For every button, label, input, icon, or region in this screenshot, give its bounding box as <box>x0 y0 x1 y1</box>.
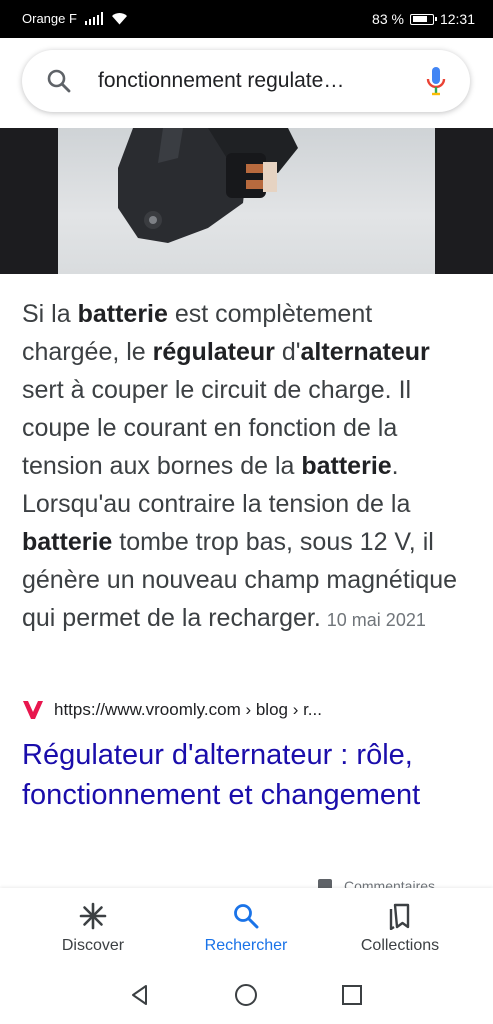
search-query[interactable]: fonctionnement regulate… <box>98 69 398 93</box>
battery-icon <box>409 13 437 25</box>
featured-image-strip <box>0 128 493 274</box>
recents-icon[interactable] <box>340 983 364 1007</box>
nav-collections-label: Collections <box>360 937 440 954</box>
result-title-link[interactable]: Régulateur d'alternateur : rôle, fonctio… <box>22 735 477 815</box>
nav-discover[interactable]: Discover <box>11 888 175 970</box>
home-icon[interactable] <box>234 983 258 1007</box>
featured-snippet: Si la batterie est complètement chargée,… <box>22 295 472 639</box>
regulator-photo[interactable] <box>58 128 435 274</box>
snippet-date: 10 mai 2021 <box>326 610 426 630</box>
status-bar: Orange F 83 % 12:31 <box>0 0 493 38</box>
snippet-fragment: Si la <box>22 300 78 328</box>
snippet-keyword: batterie <box>301 452 392 480</box>
snippet-text: Si la batterie est complètement chargée,… <box>22 300 457 632</box>
asterisk-icon <box>79 902 107 930</box>
search-icon <box>234 904 259 929</box>
search-icon[interactable] <box>46 68 72 94</box>
nav-rechercher-label: Rechercher <box>204 937 288 954</box>
carrier-label: Orange F <box>22 11 77 26</box>
signal-icon <box>84 12 103 25</box>
snippet-fragment: d' <box>274 338 301 366</box>
snippet-keyword: batterie <box>22 528 113 556</box>
snippet-keyword: régulateur <box>152 338 275 366</box>
snippet-keyword: alternateur <box>300 338 430 366</box>
nav-collections[interactable]: Collections <box>318 888 482 970</box>
system-navigation-bar <box>0 970 493 1024</box>
clock: 12:31 <box>439 11 475 27</box>
search-header: fonctionnement regulate… <box>0 38 493 128</box>
bottom-navigation: Discover Rechercher Collections <box>0 888 493 970</box>
battery-percent: 83 % <box>372 11 404 27</box>
bookmarks-icon <box>389 903 410 930</box>
microphone-icon[interactable] <box>426 66 446 96</box>
result-url[interactable]: https://www.vroomly.com › blog › r... <box>54 700 322 720</box>
vroomly-favicon-icon <box>23 701 43 719</box>
nav-rechercher[interactable]: Rechercher <box>164 888 328 970</box>
nav-discover-label: Discover <box>61 937 125 954</box>
search-box[interactable]: fonctionnement regulate… <box>22 50 470 112</box>
wifi-icon <box>111 13 127 25</box>
snippet-keyword: batterie <box>77 300 168 328</box>
result-source[interactable]: https://www.vroomly.com › blog › r... <box>22 700 322 720</box>
back-icon[interactable] <box>128 983 152 1007</box>
